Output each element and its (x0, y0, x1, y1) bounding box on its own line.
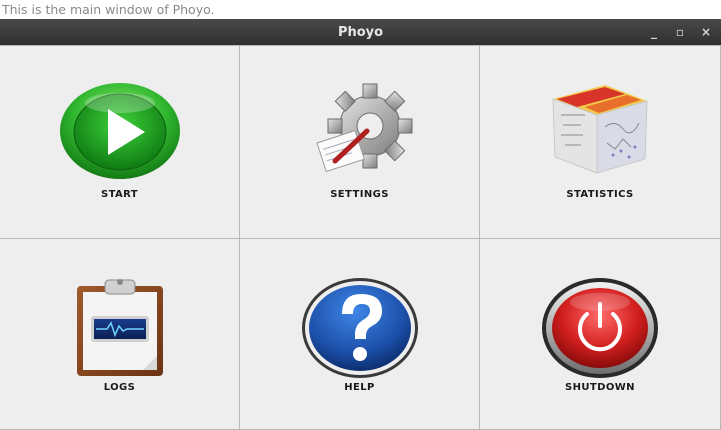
statistics-cube-icon (552, 85, 648, 174)
shutdown-label: SHUTDOWN (565, 382, 635, 393)
close-button[interactable]: × (693, 19, 719, 46)
statistics-button[interactable]: STATISTICS (479, 45, 721, 239)
window-title: Phoyo (337, 25, 384, 40)
play-icon (59, 83, 180, 179)
logs-button[interactable]: LOGS (0, 238, 240, 430)
title-bar[interactable]: Phoyo _ ▫ × (0, 19, 721, 46)
shutdown-button[interactable]: SHUTDOWN (479, 238, 721, 430)
statistics-label: STATISTICS (566, 189, 634, 200)
help-button[interactable]: HELP (239, 238, 480, 430)
settings-button[interactable]: SETTINGS (239, 45, 480, 239)
settings-label: SETTINGS (330, 189, 389, 200)
clipboard-monitor-icon (76, 279, 163, 376)
main-window: Phoyo _ ▫ × START SETTINGS STATISTICS LO… (0, 19, 721, 430)
logs-label: LOGS (103, 382, 136, 393)
question-icon (301, 278, 418, 378)
caption-text: This is the main window of Phoyo. (2, 2, 215, 17)
gear-icon (315, 83, 412, 173)
power-icon (542, 278, 658, 378)
start-button[interactable]: START (0, 45, 240, 239)
main-menu-grid: START SETTINGS STATISTICS LOGS HELP SHUT… (0, 45, 721, 430)
maximize-button[interactable]: ▫ (667, 19, 693, 46)
minimize-button[interactable]: _ (641, 19, 667, 46)
help-label: HELP (344, 382, 375, 393)
start-label: START (100, 189, 139, 200)
